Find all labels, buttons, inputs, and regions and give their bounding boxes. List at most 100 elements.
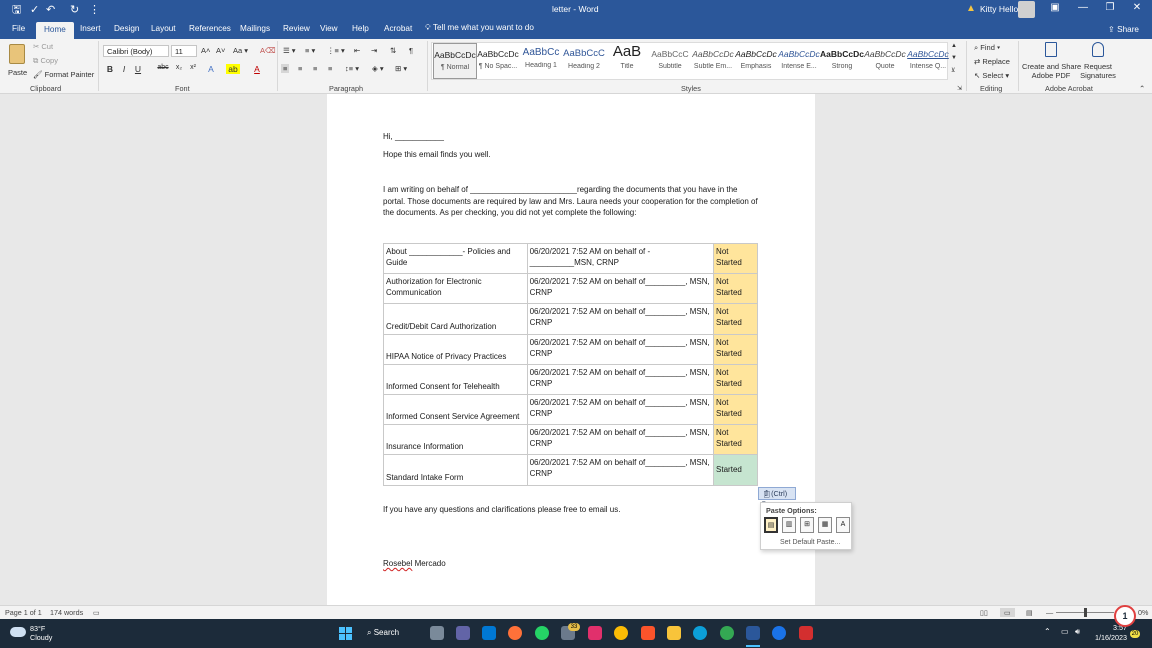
avatar[interactable] bbox=[1018, 1, 1035, 18]
paste-options-button[interactable]: 📋︎(Ctrl) ▾ bbox=[758, 487, 796, 507]
clear-formatting-icon[interactable]: A⌫ bbox=[260, 46, 276, 55]
select-button[interactable]: ↖ Select ▾ bbox=[974, 71, 1009, 80]
copy-button[interactable]: ⧉ Copy bbox=[33, 56, 58, 66]
tab-mailings[interactable]: Mailings bbox=[240, 24, 270, 33]
task-detail[interactable]: 06/20/2021 7:52 AM on behalf of_________… bbox=[526, 273, 715, 305]
status-cell[interactable]: Not Started bbox=[713, 393, 758, 426]
task-name[interactable]: Credit/Debit Card Authorization bbox=[383, 303, 528, 335]
restore-button[interactable]: ❐ bbox=[1100, 2, 1120, 13]
style-no-spacing[interactable]: AaBbCcDc ¶ No Spac... bbox=[476, 43, 520, 79]
greeting[interactable]: Hi, ___________ bbox=[383, 131, 444, 143]
style-strong[interactable]: AaBbCcDc Strong bbox=[820, 43, 864, 79]
undo-icon[interactable]: ↶ bbox=[46, 3, 55, 17]
change-case-icon[interactable]: Aa ▾ bbox=[233, 46, 248, 55]
set-default-paste[interactable]: Set Default Paste... bbox=[780, 539, 840, 546]
acrobat-icon[interactable] bbox=[799, 626, 813, 640]
tell-me-search[interactable]: 💡︎ Tell me what you want to do bbox=[425, 23, 534, 33]
status-cell[interactable]: Not Started bbox=[713, 333, 758, 365]
paste-button[interactable]: Paste bbox=[5, 42, 31, 82]
opening-line[interactable]: Hope this email finds you well. bbox=[383, 149, 491, 161]
teams-icon[interactable] bbox=[456, 626, 470, 640]
status-cell[interactable]: Not Started bbox=[713, 303, 758, 335]
minimize-button[interactable]: — bbox=[1073, 2, 1093, 13]
align-left-icon[interactable]: ≡ bbox=[281, 64, 290, 73]
shrink-font-icon[interactable]: A˅ bbox=[216, 46, 225, 55]
task-detail[interactable]: 06/20/2021 7:52 AM on behalf of_________… bbox=[526, 363, 715, 395]
tab-acrobat[interactable]: Acrobat bbox=[384, 24, 412, 33]
borders-icon[interactable]: ⊞ ▾ bbox=[395, 64, 407, 73]
file-explorer-icon[interactable] bbox=[667, 626, 681, 640]
word-count[interactable]: 174 words bbox=[50, 608, 83, 617]
close-button[interactable]: ✕ bbox=[1127, 2, 1147, 13]
tab-home[interactable]: Home bbox=[36, 22, 74, 39]
task-view-icon[interactable] bbox=[430, 626, 444, 640]
font-size-box[interactable]: 11 bbox=[171, 45, 197, 57]
cut-button[interactable]: ✂ Cut bbox=[33, 42, 53, 51]
share-button[interactable]: ⇪ Share bbox=[1108, 24, 1139, 34]
edge-icon[interactable] bbox=[693, 626, 707, 640]
justify-icon[interactable]: ≡ bbox=[328, 64, 332, 73]
ribbon-display-icon[interactable]: ▣ bbox=[1045, 2, 1065, 13]
brave-icon[interactable] bbox=[641, 626, 655, 640]
closing-line[interactable]: If you have any questions and clarificat… bbox=[383, 504, 620, 516]
strikethrough-icon[interactable]: abc bbox=[156, 64, 170, 71]
status-cell[interactable]: Not Started bbox=[713, 242, 758, 275]
find-button[interactable]: ⌕ Find ▾ bbox=[974, 43, 1000, 53]
style-subtle-emphasis[interactable]: AaBbCcDc Subtle Em... bbox=[691, 43, 735, 79]
tab-file[interactable]: File bbox=[12, 24, 25, 33]
multilevel-list-icon[interactable]: ⋮≡ ▾ bbox=[327, 46, 345, 55]
task-detail[interactable]: 06/20/2021 7:52 AM on behalf of_________… bbox=[526, 393, 715, 426]
style-heading-1[interactable]: AaBbCc Heading 1 bbox=[519, 43, 563, 79]
styles-more-icon[interactable]: ⊻ bbox=[951, 67, 955, 74]
customize-toolbar-icon[interactable]: ⋮ bbox=[89, 3, 100, 17]
style-quote[interactable]: AaBbCcDc Quote bbox=[863, 43, 907, 79]
browser-icon[interactable] bbox=[772, 626, 786, 640]
grow-font-icon[interactable]: A˄ bbox=[201, 46, 210, 55]
style-subtitle[interactable]: AaBbCcC Subtitle bbox=[648, 43, 692, 79]
bullets-icon[interactable]: ☰ ▾ bbox=[283, 46, 296, 55]
style-intense-emphasis[interactable]: AaBbCcDc Intense E... bbox=[777, 43, 821, 79]
task-detail[interactable]: 06/20/2021 7:52 AM on behalf of_________… bbox=[526, 454, 715, 486]
start-icon[interactable] bbox=[339, 627, 353, 641]
status-cell[interactable]: Started bbox=[713, 454, 758, 486]
tab-layout[interactable]: Layout bbox=[151, 24, 176, 33]
task-detail[interactable]: 06/20/2021 7:52 AM on behalf of_________… bbox=[526, 333, 715, 365]
taskbar-search[interactable]: ⌕ Search bbox=[367, 626, 417, 641]
autosave-icon[interactable]: ✓ bbox=[30, 3, 39, 17]
italic-icon[interactable]: I bbox=[117, 64, 131, 74]
status-cell[interactable]: Not Started bbox=[713, 424, 758, 456]
status-cell[interactable]: Not Started bbox=[713, 363, 758, 395]
numbering-icon[interactable]: ≡ ▾ bbox=[305, 46, 315, 55]
paste-merge-formatting-icon[interactable]: ▥ bbox=[782, 517, 796, 533]
decrease-indent-icon[interactable]: ⇤ bbox=[354, 46, 360, 55]
web-layout-icon[interactable]: ▤ bbox=[1026, 608, 1033, 617]
tab-design[interactable]: Design bbox=[114, 24, 140, 33]
chrome-icon[interactable] bbox=[614, 626, 628, 640]
chevron-up-icon[interactable]: ⌃ bbox=[1044, 627, 1051, 636]
volume-icon[interactable]: 🔊︎ bbox=[1075, 627, 1080, 637]
tab-help[interactable]: Help bbox=[352, 24, 369, 33]
word-icon[interactable] bbox=[746, 626, 760, 640]
show-marks-icon[interactable]: ¶ bbox=[409, 46, 413, 55]
style-heading-2[interactable]: AaBbCcC Heading 2 bbox=[562, 43, 606, 79]
line-spacing-icon[interactable]: ↕≡ ▾ bbox=[345, 64, 359, 73]
font-color-icon[interactable]: A bbox=[250, 64, 264, 74]
task-detail[interactable]: 06/20/2021 7:52 AM on behalf of - ______… bbox=[526, 242, 715, 275]
notification-counter[interactable]: 1 bbox=[1114, 605, 1136, 627]
sort-icon[interactable]: ⇅ bbox=[390, 46, 396, 55]
task-name[interactable]: Authorization for Electronic Communicati… bbox=[383, 273, 528, 305]
superscript-icon[interactable]: x² bbox=[186, 64, 200, 71]
styles-scroll-down-icon[interactable]: ▼ bbox=[951, 55, 957, 61]
save-icon[interactable]: 🖫 bbox=[12, 3, 21, 17]
chrome-profile-icon[interactable] bbox=[720, 626, 734, 640]
zoom-level[interactable]: 0% bbox=[1138, 608, 1148, 617]
style-intense-quote[interactable]: AaBbCcDc Intense Q... bbox=[906, 43, 950, 79]
whatsapp-icon[interactable] bbox=[535, 626, 549, 640]
print-layout-icon[interactable]: ▭ bbox=[1000, 608, 1015, 617]
align-right-icon[interactable]: ≡ bbox=[313, 64, 317, 73]
body-paragraph[interactable]: I am writing on behalf of ______________… bbox=[383, 184, 761, 219]
task-name[interactable]: Standard Intake Form bbox=[383, 454, 528, 486]
status-cell[interactable]: Not Started bbox=[713, 273, 758, 305]
tab-view[interactable]: View bbox=[320, 24, 338, 33]
replace-button[interactable]: ⇄ Replace bbox=[974, 57, 1010, 66]
